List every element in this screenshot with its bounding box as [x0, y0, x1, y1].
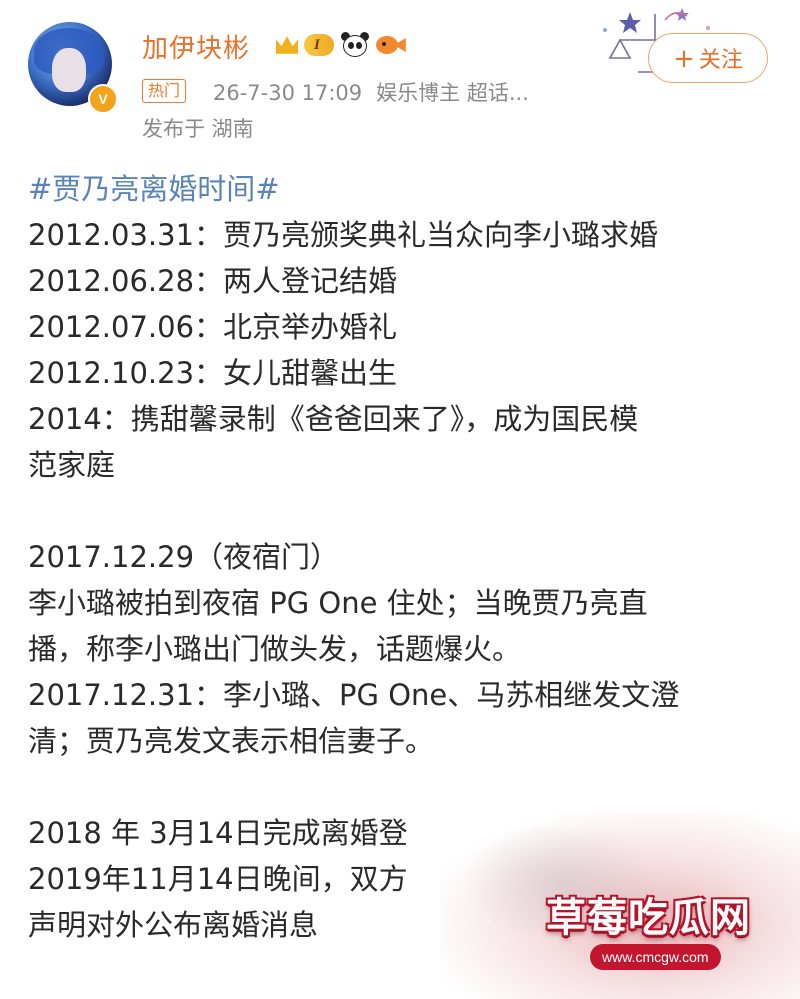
watermark-url: www.cmcgw.com — [590, 944, 721, 970]
post-location: 发布于 湖南 — [142, 117, 254, 141]
level-badge[interactable]: I — [304, 34, 334, 56]
avatar-face — [52, 48, 86, 92]
plus-icon: + — [673, 44, 695, 74]
content-line: 2012.10.23：女儿甜馨出生 — [28, 356, 398, 390]
hashtag-link[interactable]: #贾乃亮离婚时间# — [28, 166, 768, 212]
author-badges: I — [276, 32, 406, 58]
post-header: V 加伊块彬 I 热门 26-7-30 17:09 娱乐博主 超话... 发布于 … — [0, 0, 800, 150]
author-name[interactable]: 加伊块彬 — [142, 28, 250, 65]
content-line: 清；贾乃亮发文表示相信妻子。 — [28, 724, 435, 758]
content-line: 范家庭 — [28, 448, 116, 482]
panda-icon[interactable] — [340, 32, 370, 58]
content-line: 2012.07.06：北京举办婚礼 — [28, 310, 398, 344]
crown-icon[interactable] — [276, 36, 298, 54]
follow-label: 关注 — [698, 48, 743, 73]
hot-tag: 热门 — [142, 79, 187, 103]
content-line: 李小璐被拍到夜宿 PG One 住处；当晚贾乃亮直 — [28, 586, 648, 620]
post-timestamp: 26-7-30 17:09 — [213, 81, 363, 105]
vip-v-icon: V — [88, 84, 118, 114]
content-line: 2012.03.31：贾乃亮颁奖典礼当众向李小璐求婚 — [28, 218, 659, 252]
fish-icon[interactable] — [375, 34, 406, 56]
content-line: 2014：携甜馨录制《爸爸回来了》，成为国民模 — [28, 402, 639, 436]
content-line: 2012.06.28：两人登记结婚 — [28, 264, 398, 298]
content-line: 播，称李小璐出门做头发，话题爆火。 — [28, 632, 522, 666]
follow-button[interactable]: + 关注 — [648, 33, 768, 83]
content-line: 2017.12.29（夜宿门） — [28, 540, 340, 574]
content-line: 2017.12.31：李小璐、PG One、马苏相继发文澄 — [28, 678, 680, 712]
watermark-logo-text: 草莓吃瓜网 — [546, 895, 751, 941]
post-meta: 26-7-30 17:09 娱乐博主 超话... — [213, 77, 529, 107]
author-role[interactable]: 娱乐博主 超话... — [376, 81, 529, 105]
